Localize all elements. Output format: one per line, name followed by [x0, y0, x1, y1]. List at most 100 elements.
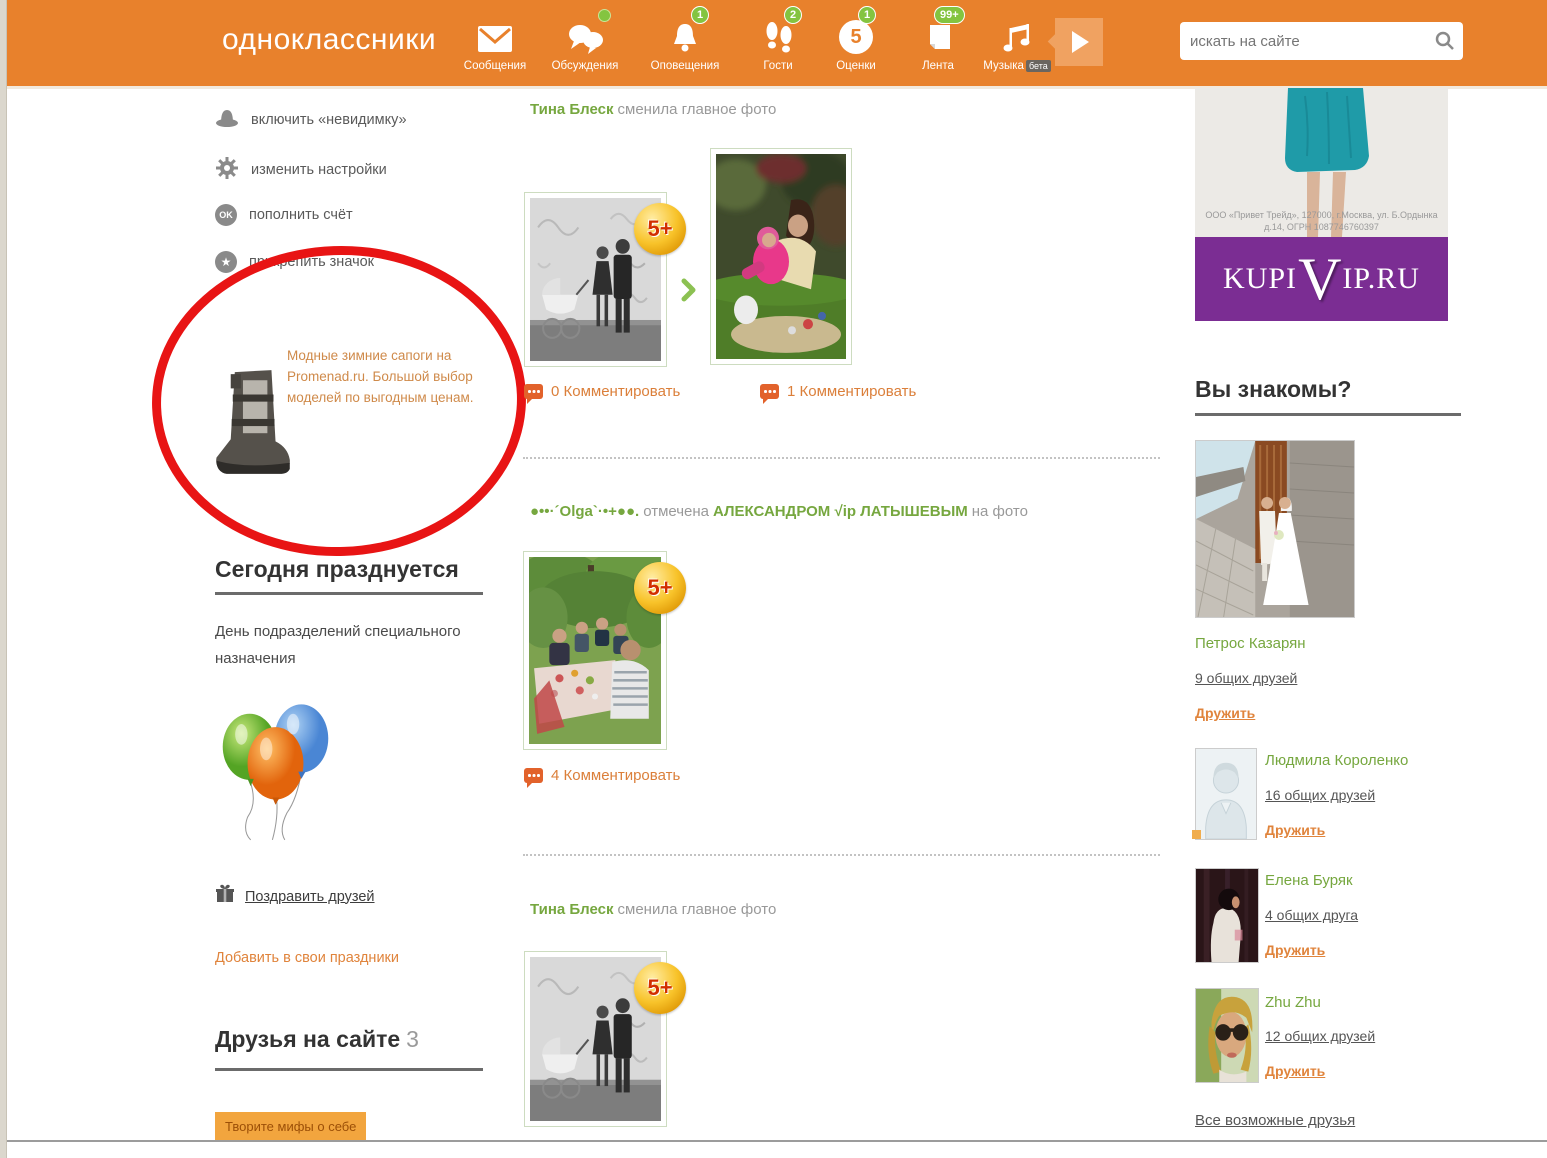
page-left-edge [0, 0, 7, 1158]
footprints-icon: 2 [736, 10, 820, 56]
feed-photo-old-avatar[interactable]: 5+ [524, 192, 667, 367]
presence-marker [1192, 830, 1201, 839]
nav-notifications[interactable]: 1 Оповещения [643, 10, 727, 72]
notifications-badge: 1 [691, 6, 709, 24]
kupivip-ad[interactable]: ООО «Привет Трейд», 127000, г.Москва, ул… [1195, 88, 1448, 321]
suggestion-photo-elena[interactable] [1195, 868, 1259, 963]
site-search [1180, 22, 1463, 60]
congratulate-friends-link[interactable]: Поздравить друзей [245, 889, 375, 905]
balloons-image [218, 693, 333, 848]
feed-action-text: сменила главное фото [618, 101, 777, 118]
suggestion-name[interactable]: Елена Буряк [1265, 872, 1353, 889]
friends-online-count: 3 [406, 1026, 419, 1052]
kupivip-legal-text: ООО «Привет Трейд», 127000, г.Москва, ул… [1195, 209, 1448, 234]
search-icon[interactable] [1434, 30, 1456, 57]
feed-user-link[interactable]: ●••·´Olga`·•+●●. [530, 503, 639, 520]
nav-messages-label: Сообщения [453, 60, 537, 72]
search-input[interactable] [1180, 22, 1463, 60]
holiday-section-title: Сегодня празднуется [215, 556, 459, 583]
add-friend-link[interactable]: Дружить [1265, 1063, 1325, 1079]
feed-separator [523, 457, 1160, 459]
nav-messages[interactable]: Сообщения [453, 10, 537, 72]
feed-user-link[interactable]: Тина Блеск [530, 101, 614, 118]
red-circle-annotation [147, 240, 532, 563]
comment-label: 1 Комментировать [787, 383, 916, 400]
feed-action-text: отмечена [643, 503, 709, 520]
feed-separator [523, 854, 1160, 856]
holiday-title-underline [215, 592, 483, 595]
top-header-bar: одноклассники Сообщения Обсуждения 1 Опо… [7, 0, 1547, 89]
chat-bubbles-icon [543, 10, 627, 56]
nav-guests[interactable]: 2 Гости [736, 10, 820, 72]
nav-discussions-label: Обсуждения [543, 60, 627, 72]
holiday-event-text: День подразделений специального назначен… [215, 618, 500, 672]
page-bottom-area [7, 1142, 1547, 1158]
star-badge-icon: ★ [215, 251, 237, 273]
discussions-new-dot [598, 9, 611, 22]
myths-banner-button[interactable]: Творите мифы о себе [215, 1112, 366, 1141]
feed-action-text: сменила главное фото [618, 901, 777, 918]
sidebar-item-label: изменить настройки [251, 162, 387, 178]
suggestion-name[interactable]: Zhu Zhu [1265, 994, 1321, 1011]
suggestion-name[interactable]: Людмила Короленко [1265, 752, 1408, 769]
mutual-friends-link[interactable]: 9 общих друзей [1195, 670, 1297, 686]
suggestion-photo-placeholder[interactable] [1195, 748, 1257, 840]
rating-5-icon: 5 1 [814, 10, 898, 56]
feed-photo-new-avatar[interactable] [710, 148, 852, 365]
hat-icon [215, 108, 239, 132]
photo-change-arrow-icon [681, 278, 697, 307]
suggestions-title-underline [1195, 413, 1461, 416]
kupivip-ad-image: ООО «Привет Трейд», 127000, г.Москва, ул… [1195, 88, 1448, 237]
nav-music-label: Музыкабета [967, 60, 1067, 72]
kupivip-banner: KUPIVIP.RU [1195, 237, 1448, 321]
mutual-friends-link[interactable]: 4 общих друга [1265, 907, 1358, 923]
sidebar-item-invisibility[interactable]: включить «невидимку» [215, 108, 407, 132]
site-logo[interactable]: одноклассники [222, 23, 436, 57]
add-friend-link[interactable]: Дружить [1195, 705, 1255, 721]
kupivip-brand-pre: KUPI [1223, 262, 1297, 296]
nav-discussions[interactable]: Обсуждения [543, 10, 627, 72]
comment-link[interactable]: 4 Комментировать [524, 767, 680, 784]
feed-item-header: Тина Блесксменила главное фото [530, 101, 780, 118]
suggestions-title: Вы знакомы? [1195, 376, 1351, 403]
feed-tagger-link[interactable]: АЛЕКСАНДРОМ √ip ЛАТЫШЕВЫМ [713, 503, 968, 520]
sidebar-item-topup[interactable]: OK пополнить счёт [215, 204, 353, 226]
nav-ratings[interactable]: 5 1 Оценки [814, 10, 898, 72]
music-beta-tag: бета [1026, 60, 1051, 72]
rating-badge-5plus: 5+ [634, 962, 686, 1014]
kupivip-brand-post: IP.RU [1342, 262, 1420, 296]
ok-coin-icon: OK [215, 204, 237, 226]
feed-user-link[interactable]: Тина Блеск [530, 901, 614, 918]
comment-link[interactable]: 0 Комментировать [524, 383, 680, 400]
comment-link[interactable]: 1 Комментировать [760, 383, 916, 400]
feed-photo-picnic[interactable]: 5+ [523, 551, 667, 750]
rating-badge-5plus: 5+ [634, 203, 686, 255]
add-friend-link[interactable]: Дружить [1265, 822, 1325, 838]
expand-nav-arrow-button[interactable] [1055, 18, 1103, 66]
mutual-friends-link[interactable]: 16 общих друзей [1265, 787, 1375, 803]
suggestion-photo-zhuzhu[interactable] [1195, 988, 1259, 1083]
gear-icon [215, 156, 239, 184]
nav-ratings-label: Оценки [814, 60, 898, 72]
sidebar-item-settings[interactable]: изменить настройки [215, 156, 387, 184]
add-holiday-link[interactable]: Добавить в свои праздники [215, 950, 399, 966]
suggestion-name[interactable]: Петрос Казарян [1195, 635, 1306, 652]
guests-badge: 2 [784, 6, 802, 24]
all-possible-friends-link[interactable]: Все возможные друзья [1195, 1112, 1355, 1129]
ratings-badge: 1 [858, 6, 876, 24]
nav-notifications-label: Оповещения [643, 60, 727, 72]
bell-icon: 1 [643, 10, 727, 56]
add-friend-link[interactable]: Дружить [1265, 942, 1325, 958]
friends-online-title: Друзья на сайте3 [215, 1026, 419, 1053]
comment-bubble-icon [524, 384, 543, 399]
sidebar-item-label: включить «невидимку» [251, 112, 407, 128]
feed-item-header: Тина Блесксменила главное фото [530, 901, 780, 918]
comment-bubble-icon [524, 768, 543, 783]
rating-badge-5plus: 5+ [634, 562, 686, 614]
odnoklassniki-page: одноклассники Сообщения Обсуждения 1 Опо… [0, 0, 1547, 1158]
suggestion-photo-wedding[interactable] [1195, 440, 1355, 618]
mutual-friends-link[interactable]: 12 общих друзей [1265, 1028, 1375, 1044]
music-note-icon [967, 10, 1067, 56]
feed-photo-old-avatar-repeat[interactable]: 5+ [524, 951, 667, 1127]
congratulate-friends[interactable]: Поздравить друзей [215, 884, 375, 909]
